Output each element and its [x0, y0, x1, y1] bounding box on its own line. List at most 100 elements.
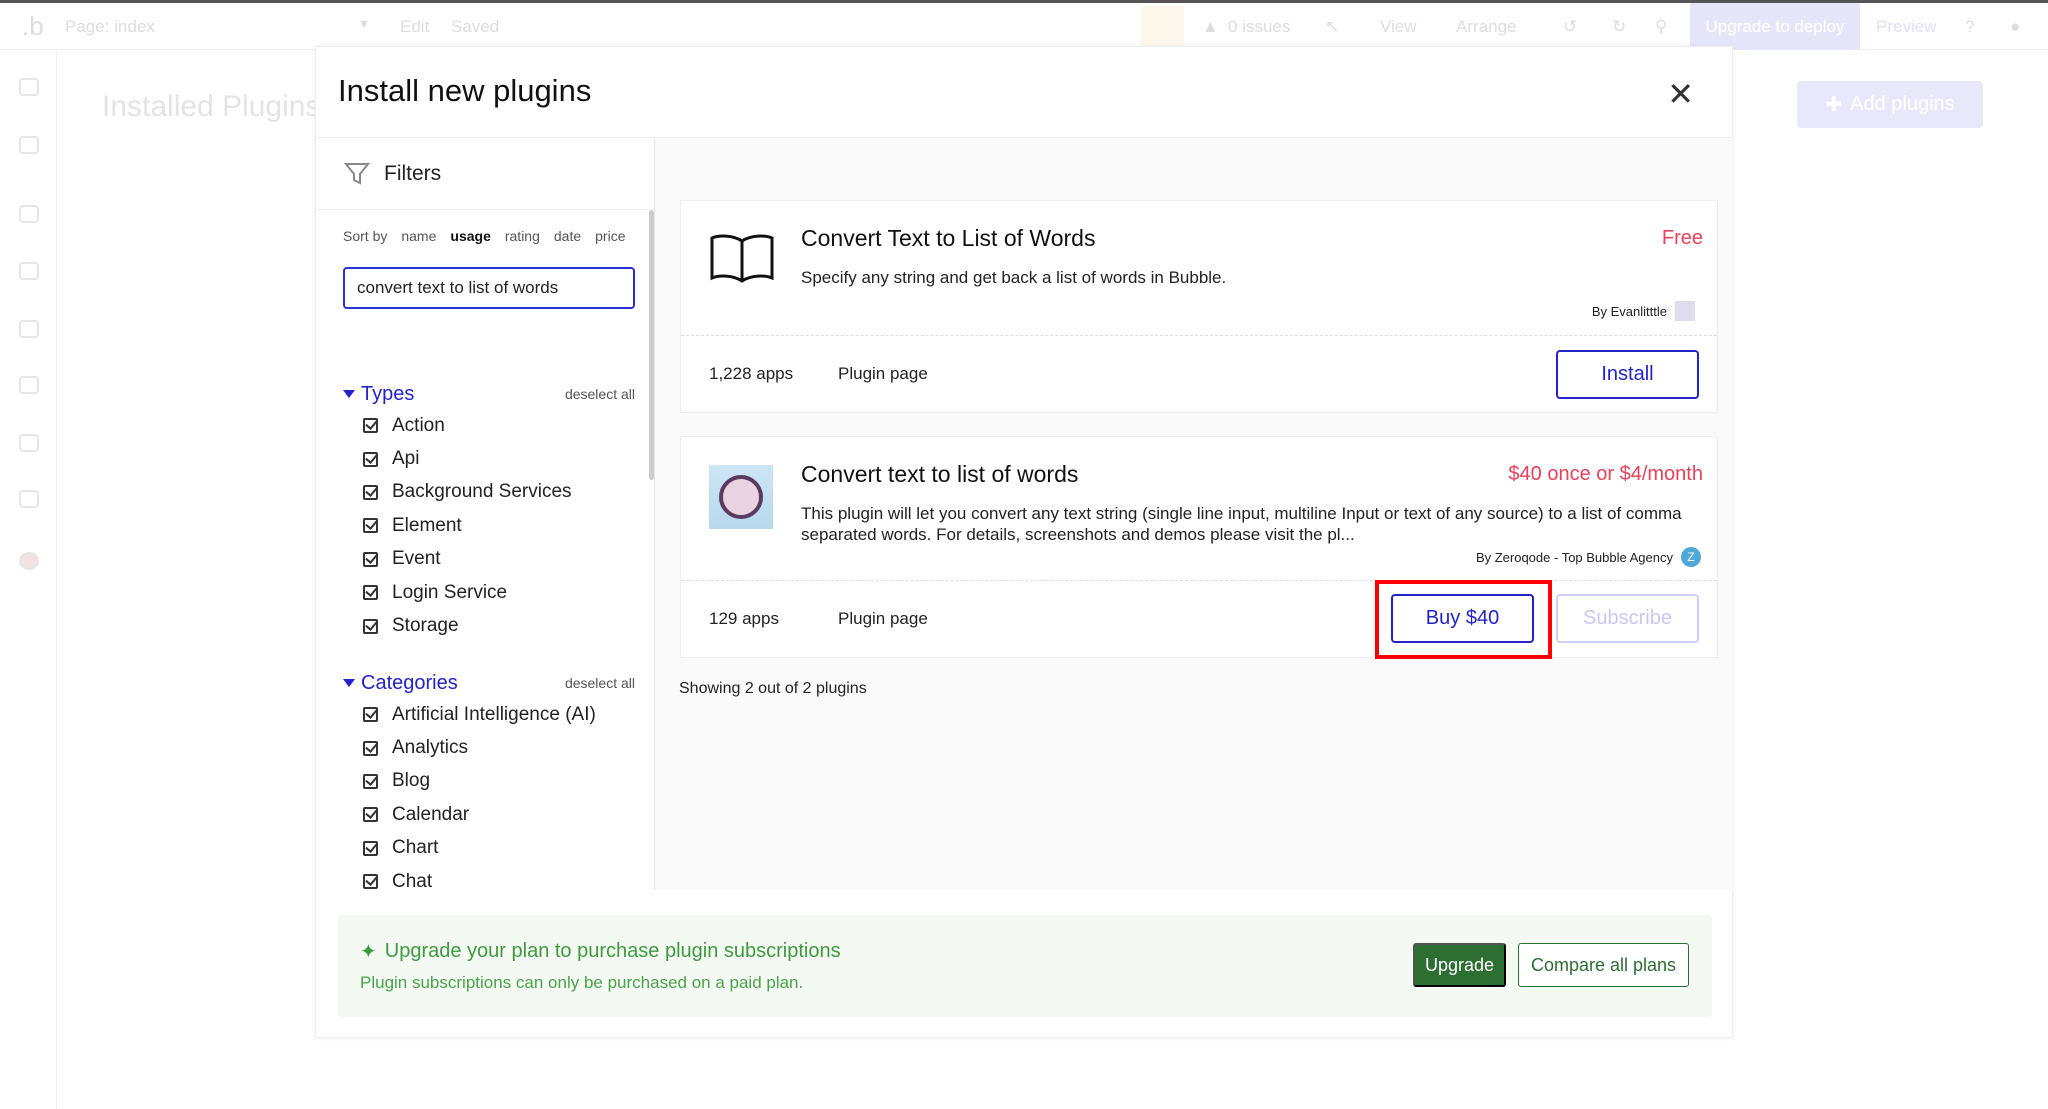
author-image-icon: [1675, 301, 1695, 321]
warning-icon: ▲: [1202, 17, 1219, 36]
plugin-page-link[interactable]: Plugin page: [838, 364, 928, 384]
close-icon[interactable]: ✕: [1667, 75, 1694, 113]
filter-option[interactable]: Element: [343, 509, 635, 542]
filter-option[interactable]: Api: [343, 442, 635, 475]
zeroqode-logo-icon: Z: [1681, 547, 1701, 567]
plugin-description: This plugin will let you convert any tex…: [801, 504, 1682, 544]
plugin-author: By Evanlitttle: [1592, 301, 1695, 321]
types-section: Types deselect all Action Api Background Se…: [343, 379, 635, 643]
filter-option[interactable]: Calendar: [343, 798, 635, 831]
plugin-price: Free: [1661, 227, 1703, 249]
filter-option-label: Background Services: [392, 481, 572, 503]
filter-option[interactable]: Analytics: [343, 731, 635, 764]
categories-title: Categories: [361, 671, 458, 694]
filter-option[interactable]: Storage: [343, 609, 635, 642]
checkbox-checked-icon[interactable]: [363, 551, 378, 567]
styles-icon[interactable]: [19, 320, 39, 338]
cursor-icon[interactable]: ↖: [1325, 17, 1339, 37]
avatar-icon[interactable]: [19, 552, 39, 570]
filter-option-label: Event: [392, 548, 441, 570]
checkbox-checked-icon[interactable]: [363, 773, 378, 789]
data-icon[interactable]: [19, 205, 39, 223]
plus-icon: ✚: [1825, 94, 1843, 116]
apps-count: 1,228 apps: [709, 364, 794, 383]
results-panel: Convert Text to List of Words Free Speci…: [655, 138, 1733, 890]
plugin-search-input[interactable]: [343, 267, 635, 309]
left-sidebar: [0, 50, 57, 1109]
gift-icon[interactable]: [1140, 6, 1184, 50]
types-toggle[interactable]: Types: [343, 383, 414, 406]
redo-icon[interactable]: ↻: [1612, 17, 1626, 37]
sort-price[interactable]: price: [595, 228, 625, 244]
checkbox-checked-icon[interactable]: [363, 518, 378, 534]
plugins-icon[interactable]: [19, 376, 39, 394]
page-selector[interactable]: Page: index: [65, 17, 155, 37]
plugin-price: $40 once or $4/month: [1508, 463, 1703, 485]
filter-option[interactable]: Chart: [343, 832, 635, 865]
modal-title: Install new plugins: [338, 73, 592, 108]
filter-icon: [344, 162, 370, 185]
plugin-page-link[interactable]: Plugin page: [838, 609, 928, 629]
filter-option[interactable]: Chat: [343, 865, 635, 890]
plugin-title[interactable]: Convert text to list of words: [801, 461, 1078, 488]
help-icon[interactable]: ?: [1965, 17, 1974, 37]
checkbox-checked-icon[interactable]: [363, 707, 378, 723]
sort-date[interactable]: date: [554, 228, 581, 244]
categories-deselect-all[interactable]: deselect all: [565, 675, 635, 691]
filter-option[interactable]: Login Service: [343, 576, 635, 609]
add-plugins-button[interactable]: ✚ Add plugins: [1797, 81, 1983, 128]
filter-option[interactable]: Background Services: [343, 476, 635, 509]
sort-name[interactable]: name: [401, 228, 436, 244]
checkbox-checked-icon[interactable]: [363, 840, 378, 856]
checkbox-checked-icon[interactable]: [363, 418, 378, 434]
logs-icon[interactable]: [19, 490, 39, 508]
undo-icon[interactable]: ↺: [1563, 17, 1577, 37]
sort-label: Sort by: [343, 228, 388, 244]
database-icon[interactable]: [19, 262, 39, 280]
sort-rating[interactable]: rating: [505, 228, 540, 244]
types-deselect-all[interactable]: deselect all: [565, 386, 635, 402]
banner-title: Upgrade your plan to purchase plugin sub…: [384, 940, 841, 962]
view-menu[interactable]: View: [1380, 17, 1417, 37]
filters-scrollbar[interactable]: [649, 210, 654, 480]
bubble-logo[interactable]: .b: [22, 11, 44, 42]
filter-option[interactable]: Blog: [343, 765, 635, 798]
checkbox-checked-icon[interactable]: [363, 484, 378, 500]
categories-toggle[interactable]: Categories: [343, 672, 458, 695]
filter-option-label: Calendar: [392, 803, 470, 825]
install-button[interactable]: Install: [1556, 350, 1699, 399]
sort-usage[interactable]: usage: [450, 228, 490, 244]
arrange-menu[interactable]: Arrange: [1456, 17, 1516, 37]
search-icon[interactable]: ⚲: [1655, 17, 1667, 37]
filter-option[interactable]: Artificial Intelligence (AI): [343, 698, 635, 731]
filter-option[interactable]: Action: [343, 409, 635, 442]
plugin-title[interactable]: Convert Text to List of Words: [801, 225, 1095, 252]
compare-plans-button[interactable]: Compare all plans: [1518, 943, 1689, 987]
checkbox-checked-icon[interactable]: [363, 585, 378, 601]
buy-button[interactable]: Buy $40: [1391, 594, 1534, 643]
design-icon[interactable]: [19, 78, 39, 96]
avatar[interactable]: ●: [2010, 17, 2020, 37]
filter-option-label: Chat: [392, 870, 433, 890]
caret-down-icon: [343, 679, 355, 687]
edit-menu[interactable]: Edit: [400, 17, 429, 37]
upgrade-to-deploy-button[interactable]: Upgrade to deploy: [1690, 3, 1860, 50]
filter-option-label: Analytics: [392, 737, 469, 759]
upgrade-button[interactable]: Upgrade: [1413, 943, 1506, 987]
checkbox-checked-icon[interactable]: [363, 807, 378, 823]
preview-button[interactable]: Preview: [1876, 17, 1936, 37]
checkbox-checked-icon[interactable]: [363, 618, 378, 634]
checkbox-checked-icon[interactable]: [363, 874, 378, 890]
checkbox-checked-icon[interactable]: [363, 451, 378, 467]
filter-option-label: Login Service: [392, 581, 508, 603]
install-plugins-modal: Install new plugins ✕ Filters Sort by na…: [315, 46, 1733, 1038]
filter-option[interactable]: Event: [343, 543, 635, 576]
filter-option-label: Storage: [392, 615, 459, 637]
plugin-card-footer: 129 apps Plugin page Buy $40 Subscribe: [681, 580, 1717, 659]
workflow-icon[interactable]: [19, 136, 39, 154]
settings-icon[interactable]: [19, 434, 39, 452]
checkbox-checked-icon[interactable]: [363, 740, 378, 756]
chevron-down-icon[interactable]: ▼: [358, 17, 370, 31]
subscribe-button[interactable]: Subscribe: [1556, 594, 1699, 643]
issues-button[interactable]: 0 issues: [1228, 17, 1290, 37]
